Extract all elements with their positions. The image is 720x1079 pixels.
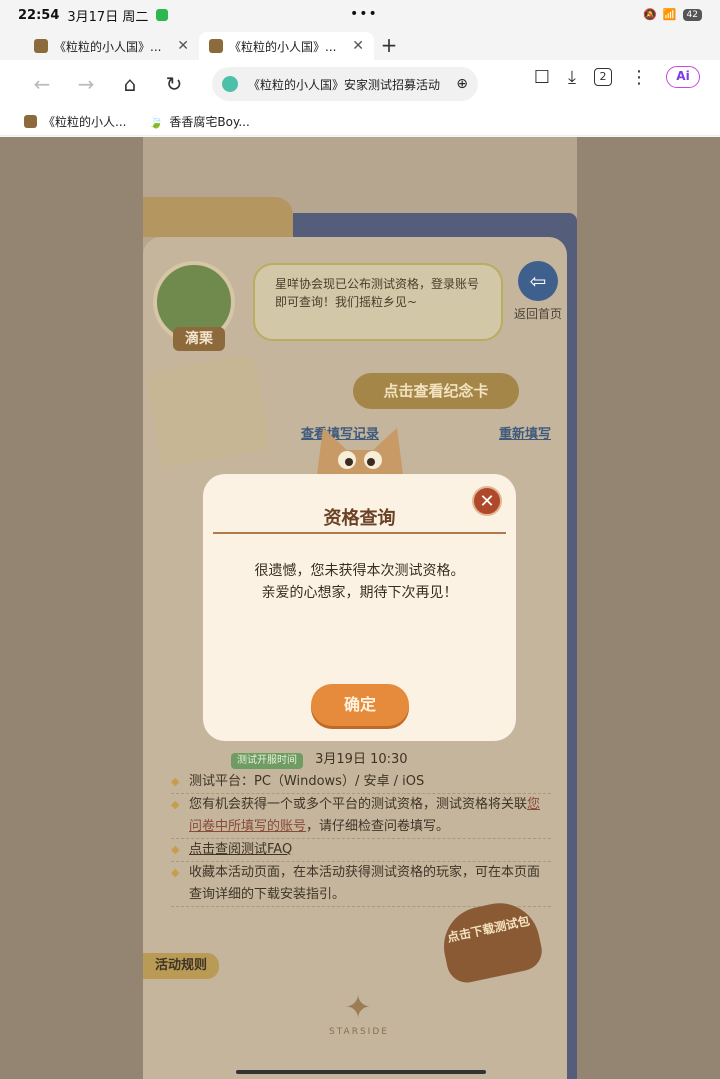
ai-button[interactable]: Ai [666,66,700,88]
more-dots-icon[interactable]: ••• [350,6,378,22]
battery-icon: 42 [682,8,702,21]
qualification-row: 您有机会获得一个或多个平台的测试资格，测试资格将关联您问卷中所填写的账号，请仔细… [171,794,551,839]
dialog-message: 很遗憾，您未获得本次测试资格。 亲爱的心想家，期待下次再见！ [213,560,506,604]
platform-row: 测试平台：PC（Windows）/ 安卓 / iOS [171,771,551,794]
logo-text: STARSIDE [329,1027,389,1037]
shield-icon [222,76,238,92]
character-name: 滴栗 [173,327,225,351]
bookmark-item-1[interactable]: 《粒粒的小人... [24,113,126,130]
refill-link[interactable]: 重新填写 [499,423,551,442]
forward-arrow-icon[interactable]: → [64,64,108,104]
status-icons: 🔕 📶 42 [643,8,702,21]
bookmark-page-row: 收藏本活动页面，在本活动获得测试资格的玩家，可在本页面查询详细的下载安装指引。 [171,862,551,907]
back-home-label: 返回首页 [513,307,562,321]
back-home-icon: ⇦ [518,261,558,301]
close-tab-icon[interactable]: ✕ [352,38,364,54]
status-date: 3月17日 周二 [67,9,149,25]
bookmarks-bar: 《粒粒的小人... 🍃 香香腐宅Boy... [0,108,720,136]
navigation-bar: ← → ⌂ ↻ 《粒粒的小人国》安家测试招募活动 ⊕ ☐ ⤓ 2 ⋮ Ai [0,60,720,108]
tab-strip: 《粒粒的小人国》... ✕ 《粒粒的小人国》... ✕ + [0,30,720,60]
starside-logo: ✦ STARSIDE [319,987,399,1037]
leaf-icon: 🍃 [148,114,164,129]
tab-title: 《粒粒的小人国》... [54,39,162,54]
activity-rules-tab[interactable]: 活动规则 [143,953,219,979]
browser-tab-2[interactable]: 《粒粒的小人国》... ✕ [199,32,374,60]
view-card-button[interactable]: 点击查看纪念卡 [353,373,519,409]
dialog-title: 资格查询 [323,508,396,529]
dialog-message-line-1: 很遗憾，您未获得本次测试资格。 [254,563,465,579]
address-bar[interactable]: 《粒粒的小人国》安家测试招募活动 ⊕ [212,67,478,101]
bookmark-label: 《粒粒的小人... [43,115,127,129]
test-info-section: 测试开服时间 3月19日 10:30 测试平台：PC（Windows）/ 安卓 … [171,749,551,907]
tab-count-button[interactable]: 2 [594,68,612,86]
app-favicon-icon [34,39,48,53]
qualification-text: 您有机会获得一个或多个平台的测试资格，测试资格将关联 [189,797,528,812]
qualification-text-2: ，请仔细检查问卷填写。 [306,819,450,834]
close-tab-icon[interactable]: ✕ [177,38,189,54]
tab-title: 《粒粒的小人国》... [229,39,337,54]
page-side-right [577,137,720,1079]
dialog-divider [213,532,506,534]
status-bar: 22:54 3月17日 周二 ••• 🔕 📶 42 [0,0,720,30]
open-time-row: 测试开服时间 3月19日 10:30 [171,749,551,771]
reload-icon[interactable]: ↻ [152,64,196,104]
app-favicon-icon [24,115,37,128]
home-indicator[interactable] [236,1070,486,1074]
address-url[interactable]: 《粒粒的小人国》安家测试招募活动 [248,76,450,93]
bookmark-label: 香香腐宅Boy... [169,115,250,129]
back-arrow-icon[interactable]: ← [20,64,64,104]
back-home-button[interactable]: ⇦ 返回首页 [507,261,569,322]
star-logo-icon: ✦ [344,988,374,1026]
download-icon[interactable]: ⤓ [568,67,576,88]
status-time: 22:54 [18,7,60,23]
open-time-pill: 测试开服时间 [231,753,303,769]
new-tab-button[interactable]: + [374,32,404,60]
confirm-button[interactable]: 确定 [311,684,409,726]
bookmark-item-2[interactable]: 🍃 香香腐宅Boy... [148,113,249,130]
envelope-icon [145,354,271,468]
add-bookmark-icon[interactable]: ⊕ [456,76,468,92]
bookmark-icon[interactable]: ☐ [534,67,550,88]
home-icon[interactable]: ⌂ [108,64,152,104]
toolbar-actions: ☐ ⤓ 2 ⋮ Ai [534,66,700,88]
wechat-icon [156,9,169,21]
faq-link[interactable]: 点击查阅测试FAQ [189,842,292,857]
qualification-dialog: ✕ 资格查询 很遗憾，您未获得本次测试资格。 亲爱的心想家，期待下次再见！ 确定 [203,474,516,741]
speech-bubble: 星咩协会现已公布测试资格，登录账号即可查询！我们摇粒乡见~ [253,263,503,341]
mute-icon: 🔕 [643,8,657,21]
page-side-left [0,137,143,1079]
menu-dots-icon[interactable]: ⋮ [630,67,648,88]
open-time: 3月19日 10:30 [315,752,408,767]
app-favicon-icon [209,39,223,53]
wifi-icon: 📶 [662,8,677,21]
top-strip [143,197,293,237]
faq-row: 点击查阅测试FAQ [171,839,551,862]
browser-tab-1[interactable]: 《粒粒的小人国》... ✕ [24,32,199,60]
dialog-message-line-2: 亲爱的心想家，期待下次再见！ [261,585,458,601]
